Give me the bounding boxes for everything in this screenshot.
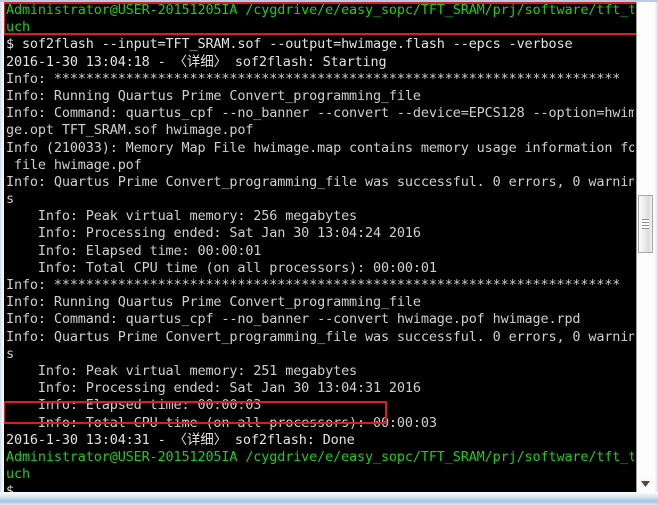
terminal-line: Info: Peak virtual memory: 251 megabytes [6, 362, 358, 379]
terminal-line: ge.opt TFT_SRAM.sof hwimage.pof [6, 122, 254, 139]
scrollbar-down-button[interactable] [637, 475, 654, 492]
chevron-down-icon [641, 480, 650, 487]
terminal-output-area[interactable]: Administrator@USER-20151205IA /cygdrive/… [4, 2, 636, 492]
terminal-line: Info: **********************************… [6, 277, 621, 293]
terminal-line: uch [6, 19, 30, 36]
terminal-line: Info: Peak virtual memory: 256 megabytes [6, 208, 358, 225]
terminal-line: Info: Command: quartus_cpf --no_banner -… [6, 105, 636, 122]
terminal-line: s [6, 345, 14, 362]
terminal-line: uch [6, 466, 30, 483]
terminal-line: Info: Processing ended: Sat Jan 30 13:04… [6, 380, 421, 397]
scrollbar-track[interactable] [637, 2, 654, 492]
terminal-line: $ [6, 483, 14, 492]
terminal-line: Info: Processing ended: Sat Jan 30 13:04… [6, 225, 421, 242]
terminal-line: Administrator@USER-20151205IA /cygdrive/… [6, 448, 636, 465]
terminal-line: Info: Total CPU time (on all processors)… [6, 259, 437, 276]
scrollbar-thumb[interactable] [638, 195, 653, 253]
terminal-window: Administrator@USER-20151205IA /cygdrive/… [0, 0, 658, 505]
scrollbar-grip-icon [642, 219, 649, 229]
terminal-line: Info: Quartus Prime Convert_programming_… [6, 173, 636, 190]
terminal-line: Info: Command: quartus_cpf --no_banner -… [6, 311, 581, 328]
terminal-line: Info: Elapsed time: 00:00:01 [6, 242, 262, 259]
window-border-right [654, 0, 658, 505]
terminal-line: Info: Total CPU time (on all processors)… [6, 414, 437, 431]
terminal-line: s [6, 191, 14, 208]
vertical-scrollbar[interactable] [636, 2, 654, 492]
terminal-line: file hwimage.pof [6, 156, 142, 173]
terminal-line: 2016-1-30 13:04:31 - 〈详细〉 sof2flash: Don… [6, 431, 355, 448]
window-border-left [0, 0, 4, 505]
window-border-bottom [0, 492, 658, 505]
terminal-line: Info: Elapsed time: 00:00:03 [6, 397, 262, 414]
terminal-line: Info: Running Quartus Prime Convert_prog… [6, 294, 421, 311]
terminal-line: Info: Running Quartus Prime Convert_prog… [6, 87, 421, 104]
terminal-line: Info: **********************************… [6, 70, 621, 87]
terminal-line: Info: Quartus Prime Convert_programming_… [6, 328, 636, 345]
terminal-line: 2016-1-30 13:04:18 - 〈详细〉 sof2flash: Sta… [6, 53, 387, 70]
terminal-line: $ sof2flash --input=TFT_SRAM.sof --outpu… [6, 36, 573, 53]
window-border-top [0, 0, 658, 2]
terminal-line: Administrator@USER-20151205IA /cygdrive/… [6, 2, 636, 18]
terminal-line: Info (210033): Memory Map File hwimage.m… [6, 139, 636, 156]
